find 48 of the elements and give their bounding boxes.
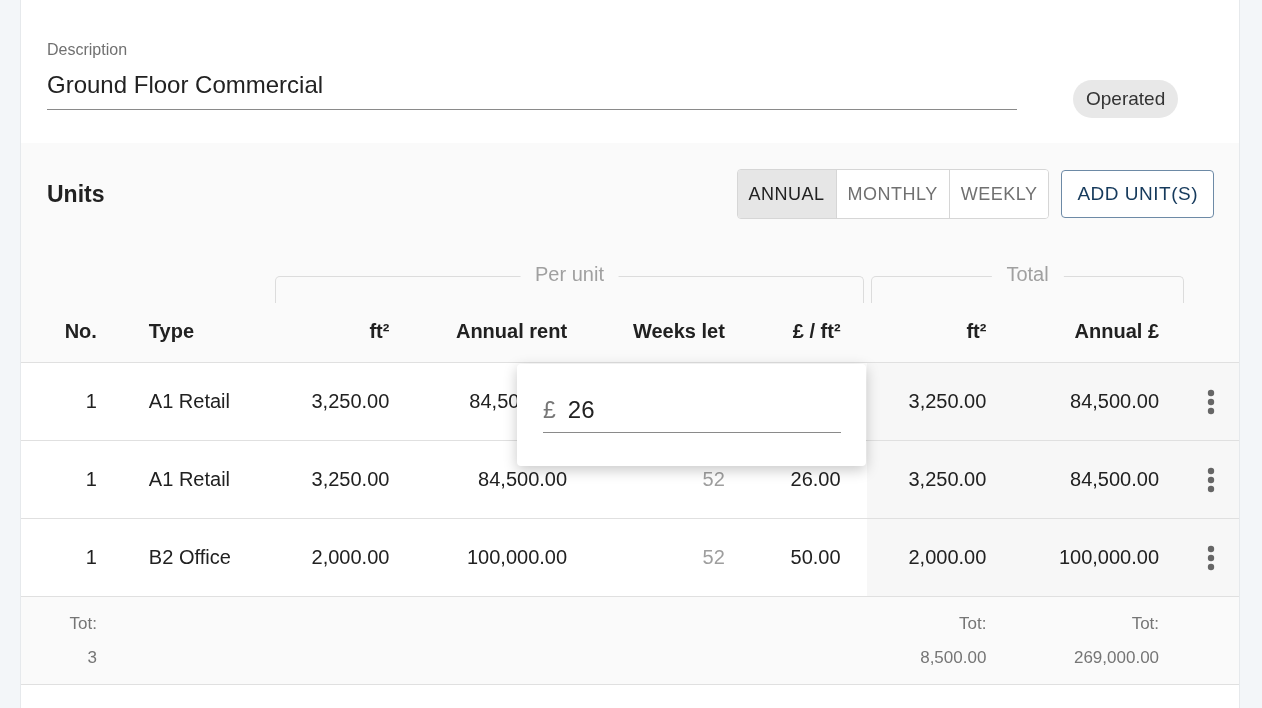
table-cell: 84,500.00 <box>478 468 568 491</box>
table-cell: 52 <box>702 546 725 569</box>
column-header: Weeks let <box>632 320 725 343</box>
field-label: Description <box>47 41 129 59</box>
column-header: Annual rent <box>455 320 568 343</box>
column-header: Annual £ <box>1074 320 1160 343</box>
table-cell: 3,250.00 <box>311 390 390 413</box>
table-cell: 84,500.00 <box>1070 390 1160 413</box>
table-cell: 3,250.00 <box>908 390 987 413</box>
table-cell: 2,000.00 <box>311 546 390 569</box>
table-cell: 1 <box>85 468 97 491</box>
table-cell: B2 Office <box>148 546 231 569</box>
column-header: No. <box>64 320 97 343</box>
status-chip: Operated <box>1073 80 1179 118</box>
table-cell: 100,000.00 <box>466 546 568 569</box>
period-toggle[interactable]: WEEKLY <box>948 170 1049 218</box>
table-cell[interactable]: 26.00 <box>790 468 841 491</box>
currency-prefix: £ <box>543 396 556 424</box>
table-cell[interactable]: 50.00 <box>790 546 841 569</box>
table-cell: 3,250.00 <box>311 468 390 491</box>
total-value: 269,000.00 <box>1073 647 1160 668</box>
column-header: £ / ft² <box>792 320 841 343</box>
column-header: ft² <box>966 320 987 343</box>
table-cell: A1 Retail <box>148 390 230 413</box>
table-cell: 3,250.00 <box>908 468 987 491</box>
rate-input-field[interactable]: 26 <box>567 396 768 424</box>
table-cell: 84,500.00 <box>1070 468 1160 491</box>
description-field[interactable]: Ground Floor Commercial <box>47 69 1017 110</box>
total-label: Tot: <box>1131 613 1160 634</box>
period-toggle[interactable]: MONTHLY <box>835 170 949 218</box>
more-options-icon[interactable] <box>1207 544 1216 571</box>
more-options-icon[interactable] <box>1207 466 1216 493</box>
period-toggle[interactable]: ANNUAL <box>737 170 836 218</box>
table-cell: 100,000.00 <box>1058 546 1160 569</box>
more-options-icon[interactable] <box>1207 388 1216 415</box>
total-value: 8,500.00 <box>920 647 987 668</box>
table-cell: 1 <box>85 390 97 413</box>
table-cell: 2,000.00 <box>908 546 987 569</box>
column-header: Type <box>148 320 195 343</box>
total-label: Tot: <box>69 613 97 634</box>
table-cell: 1 <box>85 546 97 569</box>
section-title: Units <box>47 180 106 208</box>
table-cell: 52 <box>702 468 725 491</box>
column-header: ft² <box>369 320 390 343</box>
add-units-button[interactable]: ADD UNIT(S) <box>1061 170 1214 218</box>
table-cell: A1 Retail <box>148 468 230 491</box>
total-value: 3 <box>87 647 97 668</box>
total-label: Tot: <box>958 613 987 634</box>
